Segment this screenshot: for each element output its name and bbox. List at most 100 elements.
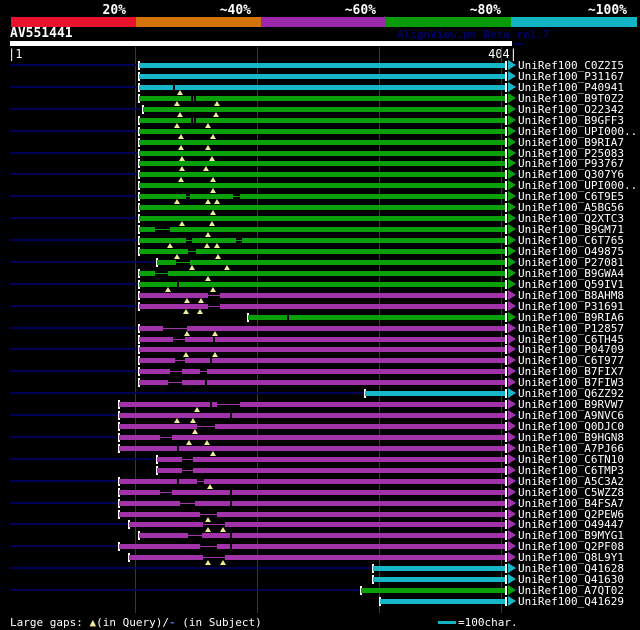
- alignment-bar[interactable]: [119, 446, 505, 451]
- subject-gap-segment: [180, 501, 195, 506]
- gap-notch: [287, 315, 289, 320]
- query-bar-tail: [513, 43, 523, 45]
- gap-thin-line: [168, 382, 182, 383]
- alignment-bar[interactable]: [139, 337, 505, 342]
- alignment-bar[interactable]: [361, 588, 505, 593]
- alignment-bar[interactable]: [139, 358, 505, 363]
- query-gap-marker: [179, 221, 185, 226]
- arrowhead-icon: [508, 191, 516, 201]
- scale-label-60: ~60%: [344, 3, 376, 18]
- alignment-bar[interactable]: [139, 161, 505, 166]
- alignment-bar[interactable]: [139, 74, 505, 79]
- leader-line: [10, 348, 139, 350]
- alignment-bar[interactable]: [139, 271, 505, 276]
- alignment-bar[interactable]: [139, 194, 505, 199]
- alignment-bar[interactable]: [129, 555, 505, 560]
- leader-line: [10, 152, 139, 154]
- leader-line: [10, 370, 139, 372]
- end-tick: [505, 258, 507, 267]
- gap-thin-line: [173, 339, 185, 340]
- alignment-bar[interactable]: [129, 522, 505, 527]
- alignment-bar[interactable]: [143, 107, 505, 112]
- alignment-bar[interactable]: [139, 282, 505, 287]
- leader-line: [10, 502, 119, 504]
- alignment-bar[interactable]: [139, 172, 505, 177]
- arrowhead-icon: [508, 93, 516, 103]
- alignment-bar[interactable]: [139, 129, 505, 134]
- alignment-bar[interactable]: [139, 238, 505, 243]
- alignment-bar[interactable]: [139, 347, 505, 352]
- alignment-bar[interactable]: [139, 85, 505, 90]
- subject-gap-segment: [173, 337, 185, 342]
- arrowhead-icon: [508, 334, 516, 344]
- subject-gap-segment: [188, 249, 196, 254]
- alignment-bar[interactable]: [373, 566, 505, 571]
- arrowhead-icon: [508, 312, 516, 322]
- end-tick: [505, 531, 507, 540]
- alignment-bar[interactable]: [119, 402, 505, 407]
- query-gap-marker: [212, 331, 218, 336]
- gap-thin-line: [233, 196, 240, 197]
- alignment-bar[interactable]: [139, 304, 505, 309]
- alignment-bar[interactable]: [139, 96, 505, 101]
- legend-query-label: (in Query)/: [96, 616, 169, 629]
- query-gap-marker: [183, 309, 189, 314]
- alignment-bar[interactable]: [119, 435, 505, 440]
- alignment-bar[interactable]: [380, 599, 505, 604]
- query-gap-marker: [167, 243, 173, 248]
- alignment-bar[interactable]: [139, 227, 505, 232]
- query-gap-marker: [214, 243, 220, 248]
- alignment-bar[interactable]: [119, 544, 505, 549]
- alignment-bar[interactable]: [139, 183, 505, 188]
- alignment-bar[interactable]: [139, 326, 505, 331]
- alignment-bar[interactable]: [119, 501, 505, 506]
- alignment-bar[interactable]: [139, 369, 505, 374]
- arrowhead-icon: [508, 60, 516, 70]
- subject-gap-segment: [155, 271, 168, 276]
- query-gap-marker: [174, 418, 180, 423]
- leader-line: [10, 480, 119, 482]
- alignment-bar[interactable]: [139, 118, 505, 123]
- gap-thin-line: [203, 557, 225, 558]
- alignment-bar[interactable]: [139, 151, 505, 156]
- leader-line: [10, 195, 139, 197]
- subject-gap-segment: [182, 457, 193, 462]
- alignment-bar[interactable]: [139, 293, 505, 298]
- end-tick: [505, 269, 507, 278]
- leader-line: [10, 86, 139, 88]
- alignment-bar[interactable]: [139, 533, 505, 538]
- subject-gap-segment: [200, 544, 217, 549]
- alignment-bar[interactable]: [365, 391, 505, 396]
- alignment-bar[interactable]: [139, 216, 505, 221]
- end-tick: [505, 302, 507, 311]
- subject-gap-segment: [208, 304, 220, 309]
- arrowhead-icon: [508, 519, 516, 529]
- arrowhead-icon: [508, 246, 516, 256]
- arrowhead-icon: [508, 235, 516, 245]
- query-gap-marker: [179, 166, 185, 171]
- alignment-bar[interactable]: [139, 249, 505, 254]
- alignment-bar[interactable]: [139, 205, 505, 210]
- alignment-bar[interactable]: [119, 512, 505, 517]
- end-tick: [505, 192, 507, 201]
- end-tick: [505, 400, 507, 409]
- alignment-bar[interactable]: [248, 315, 505, 320]
- hit-label[interactable]: UniRef100_Q41629: [518, 596, 624, 607]
- gap-thin-line: [180, 503, 195, 504]
- subject-gap-segment: [160, 435, 172, 440]
- gap-notch: [230, 490, 232, 495]
- alignment-bar[interactable]: [119, 424, 505, 429]
- alignment-bar[interactable]: [139, 380, 505, 385]
- alignment-bar[interactable]: [157, 468, 505, 473]
- subject-gap-segment: [155, 227, 170, 232]
- alignment-bar[interactable]: [373, 577, 505, 582]
- alignment-bar[interactable]: [119, 479, 505, 484]
- alignment-bar[interactable]: [119, 490, 505, 495]
- alignment-bar[interactable]: [139, 140, 505, 145]
- alignment-bar[interactable]: [157, 260, 505, 265]
- legend-gaps-label: Large gaps:: [10, 616, 90, 629]
- alignment-bar[interactable]: [157, 457, 505, 462]
- arrowhead-icon: [508, 574, 516, 584]
- alignment-bar[interactable]: [139, 63, 505, 68]
- gap-thin-line: [186, 240, 192, 241]
